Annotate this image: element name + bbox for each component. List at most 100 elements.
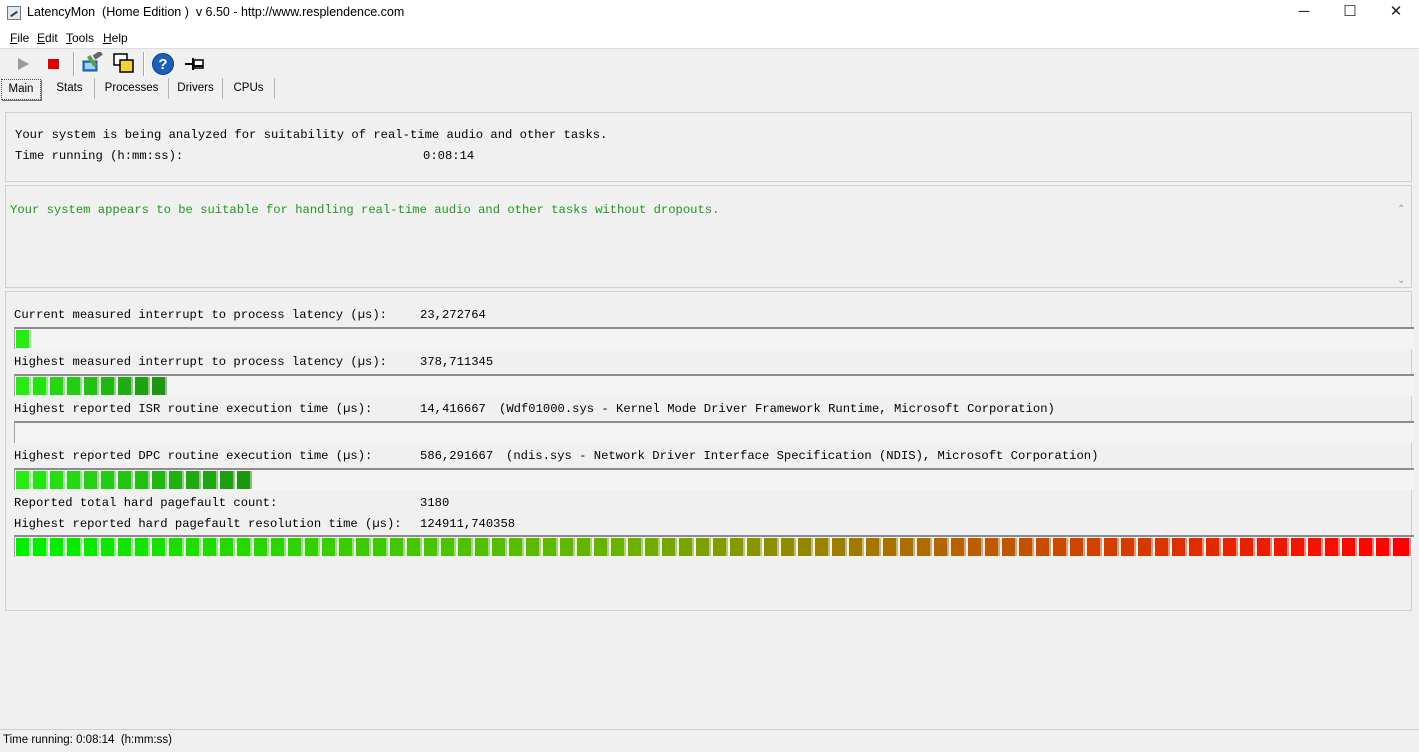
meter-segment xyxy=(1189,538,1204,556)
meter-segment xyxy=(1070,538,1085,556)
meter-segment xyxy=(16,377,31,395)
meter-segment xyxy=(356,538,371,556)
meter-segment xyxy=(16,471,31,489)
meter-segment xyxy=(84,471,99,489)
hammer-monitor-icon[interactable] xyxy=(80,50,104,76)
meter-segment xyxy=(33,471,48,489)
pin-icon[interactable] xyxy=(183,52,207,76)
meter-segment xyxy=(662,538,677,556)
meter-segment xyxy=(1223,538,1238,556)
meter-segment xyxy=(220,471,235,489)
meter-segment xyxy=(1104,538,1119,556)
verdict-text: Your system appears to be suitable for h… xyxy=(10,203,720,217)
menu-file[interactable]: File xyxy=(10,31,29,45)
tab-stats[interactable]: Stats xyxy=(45,78,95,99)
toolbar-separator xyxy=(143,52,145,76)
meter-segment xyxy=(152,538,167,556)
toolbar-separator xyxy=(73,52,75,76)
meter-segment xyxy=(815,538,830,556)
meter-segment xyxy=(135,538,150,556)
meter-segment xyxy=(101,471,116,489)
close-button[interactable]: ✕ xyxy=(1373,0,1419,26)
meter-segment xyxy=(560,538,575,556)
latencymon-app-icon xyxy=(7,6,21,20)
meter-segment xyxy=(305,538,320,556)
meter-segment xyxy=(220,538,235,556)
meter-segment xyxy=(407,538,422,556)
metric-value-pagefault-count: 3180 xyxy=(420,496,450,510)
meter-segment xyxy=(203,471,218,489)
meter-segment xyxy=(577,538,592,556)
meter-segment xyxy=(679,538,694,556)
meter-segment xyxy=(968,538,983,556)
meter-segment xyxy=(1053,538,1068,556)
maximize-button[interactable]: ☐ xyxy=(1327,0,1373,26)
meter-segment xyxy=(1308,538,1323,556)
metric-value-dpc-time: 586,291667 xyxy=(420,449,494,463)
play-icon[interactable] xyxy=(11,52,35,76)
meter-segment xyxy=(883,538,898,556)
svg-text:?: ? xyxy=(158,56,167,73)
help-icon[interactable]: ? xyxy=(151,52,175,76)
meter-segment xyxy=(645,538,660,556)
meter-segment xyxy=(101,377,116,395)
meter-segment xyxy=(1257,538,1272,556)
meter-segment xyxy=(1274,538,1289,556)
meter-segment xyxy=(543,538,558,556)
status-time-running: Time running: 0:08:14 (h:mm:ss) xyxy=(3,734,172,746)
meter-segment xyxy=(186,538,201,556)
meter-segment xyxy=(152,471,167,489)
stop-icon[interactable] xyxy=(42,52,66,76)
meter-segment xyxy=(118,538,133,556)
metric-value-current-latency: 23,272764 xyxy=(420,308,486,322)
meter-segment xyxy=(458,538,473,556)
meter-segment xyxy=(1325,538,1340,556)
menu-help[interactable]: Help xyxy=(103,31,128,45)
meter-current-latency xyxy=(14,327,1414,349)
meter-segment xyxy=(135,377,150,395)
time-running-label: Time running (h:mm:ss): xyxy=(15,149,184,163)
meter-segment xyxy=(16,330,31,348)
verdict-scrollbar[interactable]: ⌃ ⌄ xyxy=(1395,204,1409,286)
meter-isr-time xyxy=(14,421,1414,443)
analysis-status-text: Your system is being analyzed for suitab… xyxy=(15,128,608,142)
meter-segment xyxy=(985,538,1000,556)
meter-segment xyxy=(628,538,643,556)
meter-segment xyxy=(849,538,864,556)
meter-segment xyxy=(866,538,881,556)
meter-segment xyxy=(50,471,65,489)
verdict-panel: Your system appears to be suitable for h… xyxy=(5,185,1412,288)
meter-segment xyxy=(169,538,184,556)
meter-segment xyxy=(934,538,949,556)
window-overlay-icon[interactable] xyxy=(112,52,136,76)
scroll-up-icon[interactable]: ⌃ xyxy=(1397,204,1405,215)
menu-edit[interactable]: Edit xyxy=(37,31,58,45)
tab-main[interactable]: Main xyxy=(1,79,41,100)
meter-segment xyxy=(1291,538,1306,556)
minimize-button[interactable]: ─ xyxy=(1281,0,1327,26)
scroll-down-icon[interactable]: ⌄ xyxy=(1397,275,1405,286)
meter-segment xyxy=(509,538,524,556)
meter-segment xyxy=(1393,538,1411,556)
meter-segment xyxy=(747,538,762,556)
meter-segment xyxy=(322,538,337,556)
tab-drivers[interactable]: Drivers xyxy=(169,78,223,99)
meter-segment xyxy=(271,538,286,556)
title-bar: LatencyMon (Home Edition ) v 6.50 - http… xyxy=(0,0,1419,26)
tab-cpus[interactable]: CPUs xyxy=(223,78,275,99)
metric-detail-isr-driver: (Wdf01000.sys - Kernel Mode Driver Frame… xyxy=(499,402,1055,416)
meter-segment xyxy=(288,538,303,556)
meter-segment xyxy=(1138,538,1153,556)
meter-segment xyxy=(118,377,133,395)
meter-segment xyxy=(16,538,31,556)
meter-segment xyxy=(424,538,439,556)
meter-segment xyxy=(67,471,82,489)
meter-segment xyxy=(203,538,218,556)
meter-segment xyxy=(101,538,116,556)
meter-segment xyxy=(237,538,252,556)
metric-label-pagefault-count: Reported total hard pagefault count: xyxy=(14,496,278,510)
tab-processes[interactable]: Processes xyxy=(95,78,169,99)
menu-tools[interactable]: Tools xyxy=(66,31,94,45)
meter-segment xyxy=(84,538,99,556)
metric-label-current-latency: Current measured interrupt to process la… xyxy=(14,308,387,322)
